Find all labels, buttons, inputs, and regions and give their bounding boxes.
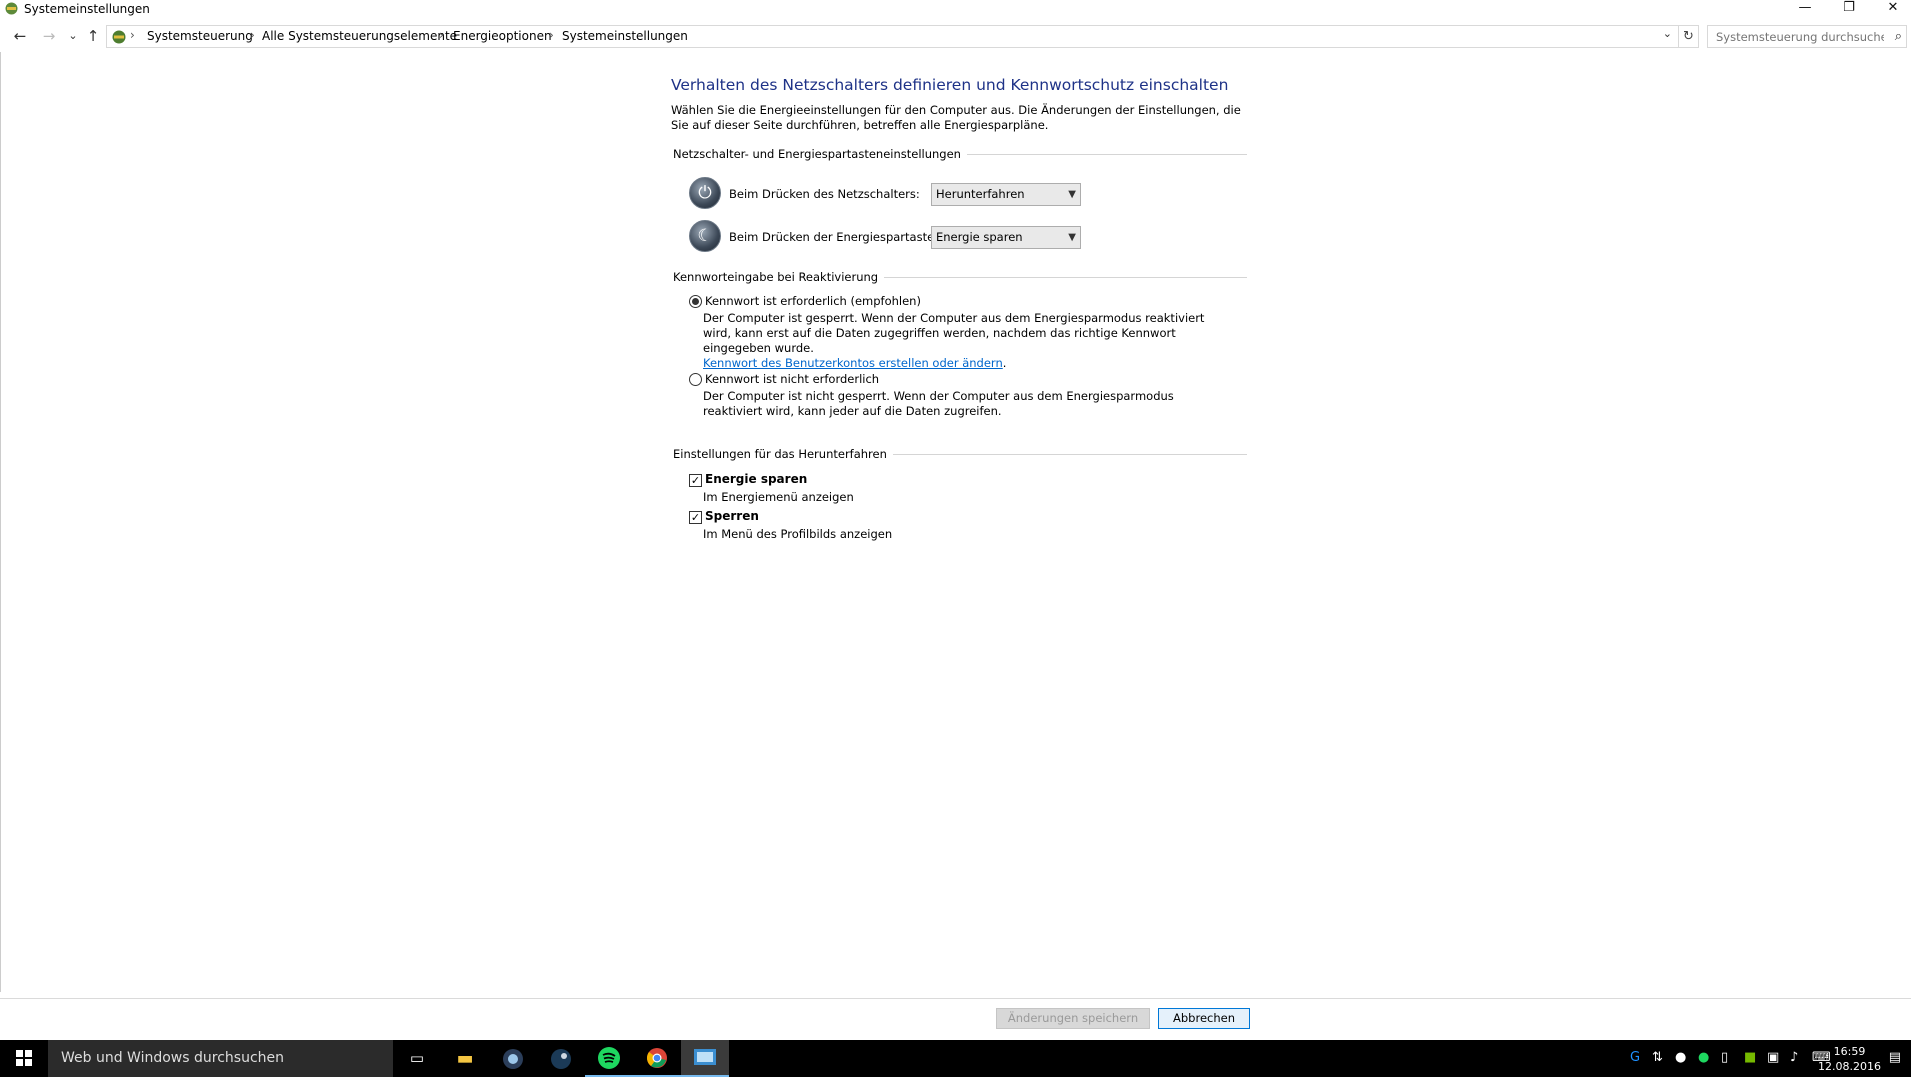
password-required-description: Der Computer ist gesperrt. Wenn der Comp… — [703, 311, 1228, 371]
chevron-down-icon: ▼ — [1068, 189, 1076, 200]
window-title: Systemeinstellungen — [24, 2, 150, 16]
sleep-menu-label[interactable]: Energie sparen — [705, 472, 807, 486]
teamspeak-icon[interactable] — [489, 1040, 537, 1077]
search-box[interactable]: ⌕ — [1707, 25, 1907, 48]
lock-menu-checkbox[interactable]: ✓ — [689, 511, 702, 524]
refresh-icon[interactable]: ↻ — [1679, 25, 1699, 48]
control-panel-icon[interactable] — [681, 1040, 729, 1077]
section-title-power: Netzschalter- und Energiespartasteneinst… — [673, 147, 967, 161]
sleep-menu-description: Im Energiemenü anzeigen — [703, 490, 854, 504]
volume-icon[interactable]: ♪ — [1790, 1050, 1798, 1065]
sleep-button-select-value: Energie sparen — [936, 230, 1023, 244]
breadcrumb-separator: › — [130, 28, 135, 42]
taskbar: Web und Windows durchsuchen ▭ ▬ G ⇅ ● ● … — [0, 1040, 1911, 1077]
search-icon[interactable]: ⌕ — [1895, 29, 1902, 44]
section-title-shutdown: Einstellungen für das Herunterfahren — [673, 447, 893, 461]
file-explorer-icon[interactable]: ▬ — [441, 1040, 489, 1077]
spotify-tray-icon[interactable]: ● — [1698, 1050, 1709, 1065]
network-icon[interactable]: ▣ — [1767, 1050, 1779, 1065]
steam-icon[interactable] — [537, 1040, 585, 1077]
change-password-link[interactable]: Kennwort des Benutzerkontos erstellen od… — [703, 356, 1003, 370]
clock-time: 16:59 — [1833, 1045, 1866, 1058]
minimize-button[interactable]: — — [1783, 0, 1827, 18]
network-activity-icon[interactable]: ⇅ — [1652, 1050, 1663, 1065]
clock[interactable]: 16:59 12.08.2016 — [1818, 1044, 1881, 1074]
spotify-icon[interactable] — [585, 1040, 633, 1077]
task-view-icon[interactable]: ▭ — [393, 1040, 441, 1077]
recent-locations-chevron-icon[interactable]: ⌄ — [64, 27, 82, 45]
start-button[interactable] — [0, 1040, 48, 1077]
password-not-required-description: Der Computer ist nicht gesperrt. Wenn de… — [703, 389, 1174, 418]
clock-date: 12.08.2016 — [1818, 1060, 1881, 1073]
control-panel-icon — [5, 2, 18, 15]
lock-menu-description: Im Menü des Profilbilds anzeigen — [703, 527, 893, 541]
sleep-icon: ☾ — [689, 220, 721, 252]
password-required-radio[interactable] — [689, 295, 702, 308]
steam-tray-icon[interactable]: ● — [1675, 1050, 1686, 1065]
password-not-required-radio[interactable] — [689, 373, 702, 386]
footer-divider — [0, 998, 1911, 999]
control-panel-icon — [112, 30, 126, 44]
power-button-select-value: Herunterfahren — [936, 187, 1025, 201]
breadcrumb-systemsteuerung[interactable]: Systemsteuerung — [147, 29, 253, 43]
power-button-label: Beim Drücken des Netzschalters: — [729, 187, 920, 201]
title-bar: Systemeinstellungen — ❐ ✕ — [0, 0, 1911, 18]
sleep-button-select[interactable]: Energie sparen ▼ — [931, 226, 1081, 249]
address-bar[interactable]: › Systemsteuerung › Alle Systemsteuerung… — [106, 25, 1679, 48]
nvidia-tray-icon[interactable]: ■ — [1744, 1050, 1756, 1065]
page-title: Verhalten des Netzschalters definieren u… — [671, 76, 1229, 94]
chevron-down-icon: ▼ — [1068, 232, 1076, 243]
taskbar-search-placeholder: Web und Windows durchsuchen — [61, 1050, 285, 1066]
password-not-required-label[interactable]: Kennwort ist nicht erforderlich — [705, 372, 879, 386]
lock-menu-label[interactable]: Sperren — [705, 509, 759, 523]
chrome-icon[interactable] — [633, 1040, 681, 1077]
breadcrumb-separator: › — [439, 28, 444, 42]
link-suffix: . — [1002, 356, 1007, 370]
tray-app-icon[interactable]: G — [1630, 1050, 1640, 1065]
sleep-button-label: Beim Drücken der Energiespartaste: — [729, 230, 939, 244]
breadcrumb-systemeinstellungen[interactable]: Systemeinstellungen — [562, 29, 688, 43]
breadcrumb-separator: › — [250, 28, 255, 42]
password-required-label[interactable]: Kennwort ist erforderlich (empfohlen) — [705, 294, 921, 308]
back-arrow-icon[interactable]: ← — [11, 27, 29, 45]
cancel-button[interactable]: Abbrechen — [1158, 1008, 1250, 1029]
restore-button[interactable]: ❐ — [1827, 0, 1871, 18]
breadcrumb-energieoptionen[interactable]: Energieoptionen — [453, 29, 552, 43]
page-intro: Wählen Sie die Energieeinstellungen für … — [671, 103, 1241, 132]
section-title-password: Kennworteingabe bei Reaktivierung — [673, 270, 885, 284]
password-required-description-text: Der Computer ist gesperrt. Wenn der Comp… — [703, 311, 1205, 355]
save-changes-button[interactable]: Änderungen speichern — [996, 1008, 1150, 1029]
up-arrow-icon[interactable]: ↑ — [84, 27, 102, 45]
window-left-border — [0, 52, 1, 992]
address-dropdown-chevron-icon[interactable]: ⌄ — [1663, 27, 1672, 40]
notification-center-icon[interactable]: ▤ — [1889, 1050, 1901, 1065]
forward-arrow-icon[interactable]: → — [40, 27, 58, 45]
power-icon: ⏻ — [689, 177, 721, 209]
search-input[interactable] — [1709, 27, 1884, 46]
sleep-menu-checkbox[interactable]: ✓ — [689, 474, 702, 487]
breadcrumb-alle-systemsteuerungselemente[interactable]: Alle Systemsteuerungselemente — [262, 29, 457, 43]
usb-device-icon[interactable]: ▯ — [1721, 1050, 1728, 1065]
windows-logo-icon — [16, 1050, 32, 1066]
power-button-select[interactable]: Herunterfahren ▼ — [931, 183, 1081, 206]
close-button[interactable]: ✕ — [1871, 0, 1911, 18]
breadcrumb-separator: › — [549, 28, 554, 42]
taskbar-search[interactable]: Web und Windows durchsuchen — [48, 1040, 393, 1077]
